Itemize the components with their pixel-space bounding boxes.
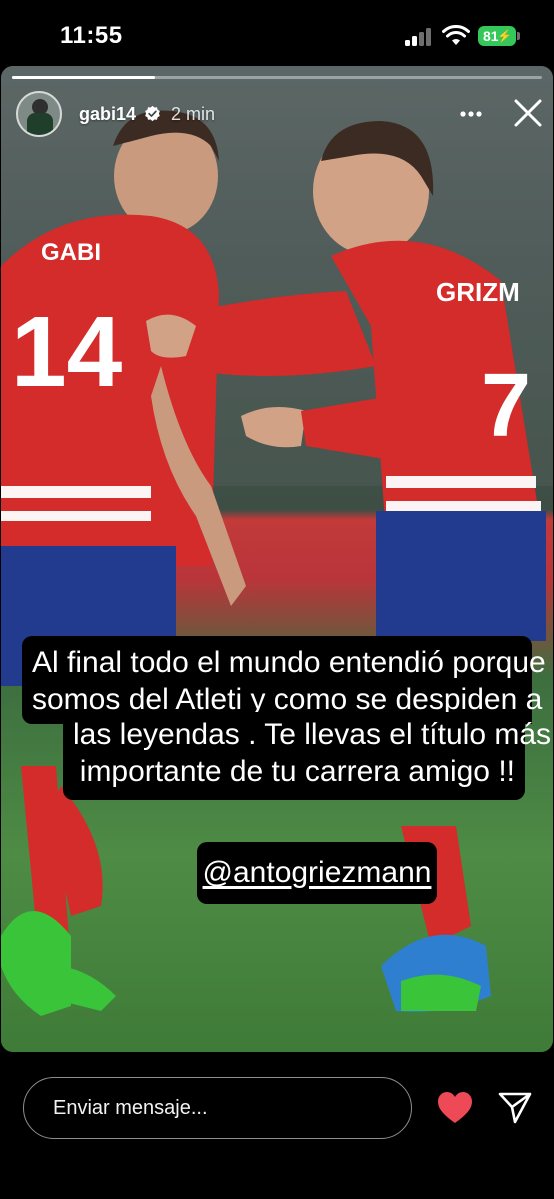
story-caption-top: Al final todo el mundo entendió porque s… (22, 636, 546, 724)
jersey-name-left: GABI (41, 239, 101, 266)
story-photo-illustration: GABI 14 GRIZM 7 (1, 66, 553, 1016)
battery-icon: 81 ⚡ (478, 26, 516, 46)
verified-badge-icon (145, 105, 160, 122)
wifi-icon (442, 25, 470, 45)
story-viewer[interactable]: GABI 14 GRIZM 7 gabi14 2 min Al final to… (1, 66, 553, 1052)
caption-line: las leyendas . Te llevas el título más (73, 718, 552, 751)
mention-sticker[interactable]: @antogriezmann (197, 842, 437, 904)
caption-line: Al final todo el mundo entendió porque (32, 646, 546, 679)
story-timestamp: 2 min (171, 104, 216, 124)
story-progress-fill (12, 76, 156, 79)
status-bar: 11:55 81 ⚡ (0, 0, 554, 66)
heart-icon[interactable] (436, 1090, 474, 1126)
jersey-number-right: 7 (481, 356, 531, 456)
signal-icon (405, 28, 433, 46)
story-progress-bar (12, 76, 542, 79)
more-horizontal-icon[interactable] (456, 99, 486, 129)
message-input[interactable] (23, 1077, 412, 1139)
story-caption-bottom: las leyendas . Te llevas el título más i… (63, 712, 552, 800)
caption-line: importante de tu carrera amigo !! (79, 755, 515, 788)
jersey-name-right: GRIZM (436, 277, 520, 307)
battery-tip (517, 32, 520, 40)
jersey-number-left: 14 (11, 296, 123, 408)
avatar[interactable] (16, 91, 62, 137)
username[interactable]: gabi14 (79, 104, 136, 125)
send-icon[interactable] (497, 1090, 533, 1126)
story-header: gabi14 2 min (16, 91, 546, 137)
clock: 11:55 (60, 22, 123, 49)
close-icon[interactable] (510, 95, 546, 131)
